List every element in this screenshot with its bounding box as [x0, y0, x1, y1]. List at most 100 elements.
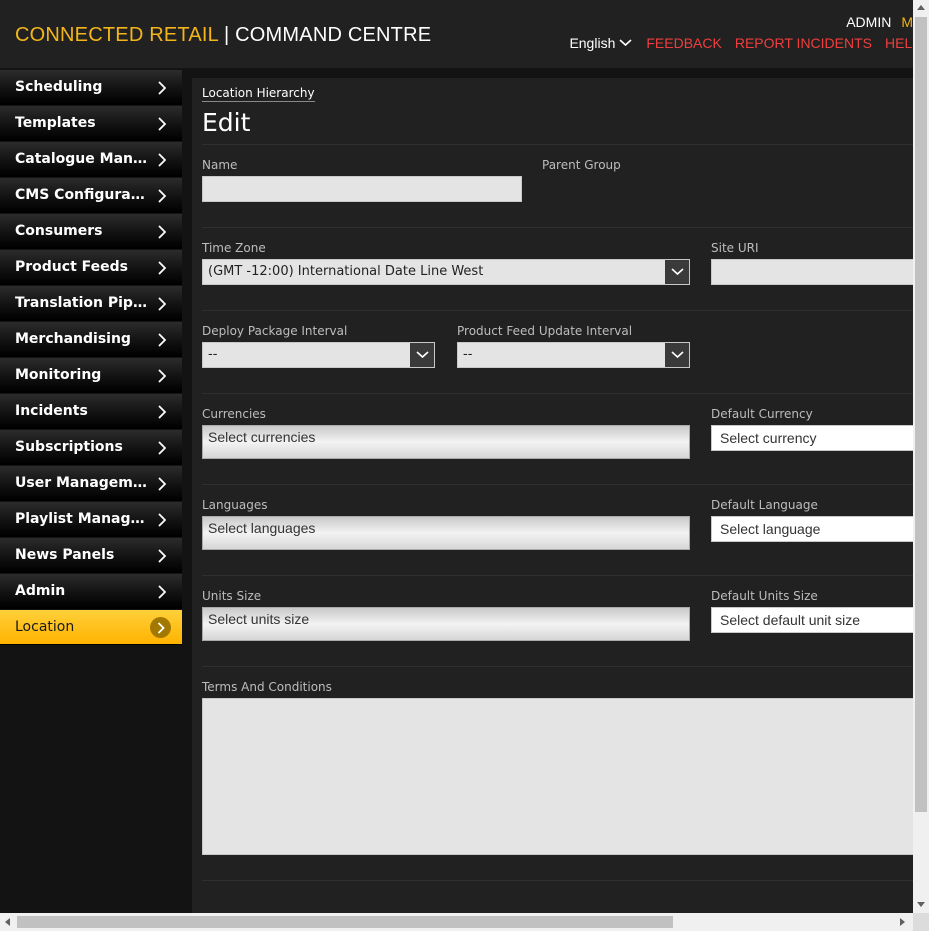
divider	[202, 393, 913, 394]
sidebar-item-user-management[interactable]: User Management	[0, 466, 182, 501]
sidebar-item-translation-pipeline[interactable]: Translation Pipeline	[0, 286, 182, 321]
top-links: English FEEDBACK REPORT INCIDENTS HELP	[569, 35, 913, 51]
units-size-label: Units Size	[202, 589, 262, 603]
sidebar-item-monitoring[interactable]: Monitoring	[0, 358, 182, 393]
sidebar-item-product-feeds[interactable]: Product Feeds	[0, 250, 182, 285]
default-units-size-select[interactable]: Select default unit size	[711, 607, 913, 633]
divider	[202, 880, 913, 881]
parent-group-label: Parent Group	[542, 158, 621, 172]
user-extra[interactable]: M	[901, 14, 913, 30]
sidebar-item-label: News Panels	[15, 547, 115, 563]
user-name[interactable]: ADMIN	[846, 14, 891, 30]
scroll-up-arrow-icon[interactable]	[917, 5, 925, 10]
feed-interval-label: Product Feed Update Interval	[457, 324, 633, 338]
chevron-right-icon	[158, 404, 167, 423]
sidebar-item-label: Merchandising	[15, 331, 131, 347]
sidebar-item-cms-configuration[interactable]: CMS Configuration	[0, 178, 182, 213]
chevron-right-icon	[158, 584, 167, 603]
chevron-right-icon	[158, 548, 167, 567]
scroll-left-arrow-icon[interactable]	[5, 918, 10, 926]
deploy-interval-label: Deploy Package Interval	[202, 324, 348, 338]
sidebar-item-consumers[interactable]: Consumers	[0, 214, 182, 249]
brand-primary: CONNECTED RETAIL	[15, 24, 219, 46]
language-selector[interactable]: English	[569, 35, 632, 51]
site-uri-label: Site URI	[711, 241, 759, 255]
chevron-right-icon	[158, 476, 167, 495]
time-zone-select[interactable]: (GMT -12:00) International Date Line Wes…	[202, 259, 690, 285]
sidebar-item-label: Product Feeds	[15, 259, 128, 275]
chevron-right-icon	[150, 617, 171, 638]
sidebar-item-scheduling[interactable]: Scheduling	[0, 70, 182, 105]
chevron-right-icon	[158, 440, 167, 459]
name-input[interactable]	[202, 176, 522, 202]
default-currency-select[interactable]: Select currency	[711, 425, 913, 451]
sidebar-item-news-panels[interactable]: News Panels	[0, 538, 182, 573]
chevron-down-icon	[619, 39, 632, 47]
sidebar-item-subscriptions[interactable]: Subscriptions	[0, 430, 182, 465]
sidebar-item-merchandising[interactable]: Merchandising	[0, 322, 182, 357]
sidebar-item-location[interactable]: Location	[0, 610, 182, 645]
sidebar-item-playlist-management[interactable]: Playlist Management	[0, 502, 182, 537]
main-panel: Location Hierarchy Edit Name Parent Grou…	[192, 78, 913, 913]
sidebar-item-label: Incidents	[15, 403, 88, 419]
divider	[202, 666, 913, 667]
time-zone-value: (GMT -12:00) International Date Line Wes…	[208, 264, 484, 279]
sidebar-item-label: Consumers	[15, 223, 103, 239]
sidebar-item-catalogue-management[interactable]: Catalogue Management	[0, 142, 182, 177]
sidebar-item-label: Catalogue Management	[15, 151, 147, 167]
languages-multiselect[interactable]: Select languages	[202, 516, 690, 550]
divider	[202, 227, 913, 228]
sidebar-item-label: Monitoring	[15, 367, 102, 383]
report-incidents-link[interactable]: REPORT INCIDENTS	[735, 35, 872, 51]
sidebar: Scheduling Templates Catalogue Management C…	[0, 68, 182, 913]
feed-interval-select[interactable]: --	[457, 342, 690, 368]
chevron-right-icon	[158, 260, 167, 279]
sidebar-item-label: Translation Pipeline	[15, 295, 147, 311]
language-label: English	[569, 35, 616, 51]
feed-interval-value: --	[463, 347, 473, 362]
vertical-scroll-thumb[interactable]	[915, 17, 927, 812]
chevron-right-icon	[158, 80, 167, 99]
name-label: Name	[202, 158, 238, 172]
currencies-label: Currencies	[202, 407, 266, 421]
divider	[202, 310, 913, 311]
chevron-down-icon[interactable]	[410, 343, 434, 367]
terms-textarea[interactable]	[202, 698, 913, 855]
breadcrumb[interactable]: Location Hierarchy	[202, 86, 315, 102]
chevron-right-icon	[158, 224, 167, 243]
default-language-select[interactable]: Select language	[711, 516, 913, 542]
brand-title: CONNECTED RETAIL | COMMAND CENTRE	[15, 24, 431, 47]
deploy-interval-value: --	[208, 347, 218, 362]
scroll-corner	[913, 913, 929, 931]
terms-label: Terms And Conditions	[202, 680, 332, 694]
horizontal-scroll-thumb[interactable]	[17, 916, 673, 928]
sidebar-item-incidents[interactable]: Incidents	[0, 394, 182, 429]
default-language-label: Default Language	[711, 498, 818, 512]
app-header: CONNECTED RETAIL | COMMAND CENTRE ADMIN M…	[0, 0, 913, 68]
chevron-right-icon	[158, 332, 167, 351]
sidebar-item-admin[interactable]: Admin	[0, 574, 182, 609]
feedback-link[interactable]: FEEDBACK	[646, 35, 721, 51]
brand-separator: |	[218, 24, 236, 46]
units-size-multiselect[interactable]: Select units size	[202, 607, 690, 641]
chevron-down-icon[interactable]	[665, 260, 689, 284]
help-link[interactable]: HELP	[885, 35, 913, 51]
sidebar-item-label: Scheduling	[15, 79, 103, 95]
horizontal-scrollbar[interactable]	[0, 913, 913, 931]
vertical-scrollbar[interactable]	[913, 0, 929, 913]
sidebar-item-templates[interactable]: Templates	[0, 106, 182, 141]
sidebar-item-label: Playlist Management	[15, 511, 147, 527]
sidebar-item-label: Templates	[15, 115, 96, 131]
deploy-interval-select[interactable]: --	[202, 342, 435, 368]
sidebar-item-label: Subscriptions	[15, 439, 123, 455]
sidebar-item-label: User Management	[15, 475, 147, 491]
time-zone-label: Time Zone	[202, 241, 266, 255]
scroll-right-arrow-icon[interactable]	[900, 918, 905, 926]
user-menu: ADMIN M	[846, 14, 913, 30]
chevron-down-icon[interactable]	[665, 343, 689, 367]
scroll-down-arrow-icon[interactable]	[917, 902, 925, 907]
sidebar-item-label: CMS Configuration	[15, 187, 147, 203]
default-units-size-label: Default Units Size	[711, 589, 818, 603]
currencies-multiselect[interactable]: Select currencies	[202, 425, 690, 459]
site-uri-input[interactable]	[711, 259, 913, 285]
